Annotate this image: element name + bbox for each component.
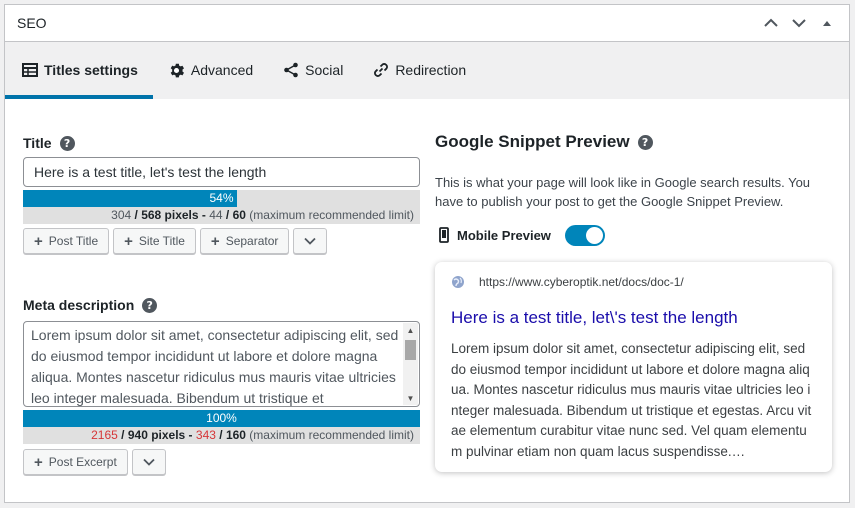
help-icon[interactable]: ? — [637, 134, 653, 150]
meta-progress-text: 100% — [206, 411, 237, 425]
meta-progress-bar: 100% — [23, 410, 420, 427]
separator-button[interactable]: + Separator — [199, 228, 290, 254]
title-progress-text: 54% — [209, 191, 234, 205]
link-icon — [374, 63, 389, 77]
share-icon — [284, 62, 298, 78]
title-length-info: 304 / 568 pixels - 44 / 60 (maximum reco… — [23, 207, 420, 224]
move-down-button[interactable] — [787, 11, 811, 35]
pixels-sep: / — [117, 428, 128, 442]
tab-redirection[interactable]: Redirection — [358, 42, 481, 98]
chevron-down-icon — [143, 458, 155, 466]
gear-icon — [170, 63, 184, 77]
help-icon[interactable]: ? — [142, 297, 158, 313]
tab-label: Redirection — [395, 62, 467, 78]
meta-label-row: Meta description ? — [23, 295, 420, 315]
pixels-sep: / — [131, 208, 142, 222]
site-title-button[interactable]: + Site Title — [113, 228, 196, 254]
pixels-max: 568 pixels — [141, 208, 199, 222]
scroll-down-arrow[interactable]: ▼ — [403, 391, 418, 405]
plus-icon: + — [34, 453, 43, 471]
chars-sep: - — [198, 208, 210, 222]
preview-column: Google Snippet Preview ? This is what yo… — [435, 131, 835, 472]
chars-max: 60 — [232, 208, 246, 222]
limit-note: (maximum recommended limit) — [245, 208, 414, 222]
preview-heading: Google Snippet Preview — [435, 132, 630, 151]
chevron-up-icon — [764, 18, 778, 27]
title-label-row: Title ? — [23, 133, 420, 153]
mobile-preview-label: Mobile Preview — [457, 227, 551, 243]
tab-label: Social — [305, 62, 344, 78]
snippet-description: Lorem ipsum dolor sit amet, consectetur … — [451, 341, 812, 459]
metabox-title: SEO — [17, 15, 47, 31]
plus-icon: + — [34, 232, 43, 250]
tab-bar: Titles settings Advanced Social Redirect… — [5, 42, 849, 99]
scroll-thumb[interactable] — [405, 340, 416, 360]
button-label: Post Title — [48, 234, 99, 248]
more-tags-dropdown[interactable] — [131, 449, 166, 475]
limit-note: (maximum recommended limit) — [245, 428, 414, 442]
snippet-title[interactable]: Here is a test title, let\'s test the le… — [451, 307, 816, 329]
scroll-up-arrow[interactable]: ▲ — [403, 323, 418, 337]
title-progress-bar: 54% — [23, 190, 420, 207]
button-label: Site Title — [138, 234, 185, 248]
globe-icon — [452, 276, 464, 288]
help-icon[interactable]: ? — [59, 135, 75, 151]
meta-length-info: 2165 / 940 pixels - 343 / 160 (maximum r… — [23, 427, 420, 444]
move-up-button[interactable] — [759, 11, 783, 35]
caret-up-icon — [823, 21, 831, 26]
mobile-preview-toggle[interactable] — [564, 224, 605, 246]
pixels-used: 304 — [111, 208, 132, 222]
meta-description-text: Lorem ipsum dolor sit amet, consectetur … — [31, 327, 399, 406]
chars-max: 160 — [225, 428, 246, 442]
tab-label: Titles settings — [44, 62, 138, 78]
plus-icon: + — [210, 232, 220, 250]
snippet-url: https://www.cyberoptik.net/docs/doc-1/ — [479, 275, 684, 289]
meta-description-textarea[interactable]: Lorem ipsum dolor sit amet, consectetur … — [23, 321, 420, 407]
snippet-url-row: https://www.cyberoptik.net/docs/doc-1/ — [451, 274, 816, 290]
chevron-down-icon — [792, 19, 806, 28]
editor-column: Title ? Here is a test title, let's test… — [23, 133, 420, 475]
metabox-header: SEO — [5, 5, 849, 42]
chars-sep: - — [185, 428, 196, 442]
chevron-down-icon — [304, 237, 317, 245]
tab-content: Title ? Here is a test title, let's test… — [5, 99, 849, 499]
preview-heading-row: Google Snippet Preview ? — [435, 131, 835, 153]
chars-sep2: / — [222, 208, 233, 222]
post-excerpt-button[interactable]: + Post Excerpt — [23, 449, 128, 475]
pixels-used: 2165 — [91, 428, 118, 442]
tab-advanced[interactable]: Advanced — [153, 42, 268, 98]
title-input[interactable]: Here is a test title, let's test the len… — [23, 157, 420, 187]
meta-tag-buttons: + Post Excerpt — [23, 449, 420, 475]
plus-icon: + — [124, 232, 133, 250]
seo-metabox: SEO Titles settings Advanced Social Redi… — [4, 4, 850, 503]
title-tag-buttons: + Post Title + Site Title + Separator — [23, 228, 420, 254]
tab-label: Advanced — [190, 62, 254, 78]
header-actions — [759, 5, 839, 41]
button-label: Post Excerpt — [48, 455, 117, 469]
chars-sep2: / — [215, 428, 226, 442]
toggle-knob — [585, 226, 603, 244]
preview-description: This is what your page will look like in… — [435, 175, 811, 209]
button-label: Separator — [225, 234, 279, 248]
post-title-button[interactable]: + Post Title — [23, 228, 110, 254]
textarea-scrollbar[interactable]: ▲ ▼ — [403, 323, 418, 405]
chars-used: 44 — [209, 208, 223, 222]
chars-used: 343 — [195, 428, 216, 442]
mobile-preview-row: Mobile Preview — [435, 224, 835, 246]
smartphone-icon — [439, 227, 449, 243]
more-tags-dropdown[interactable] — [293, 228, 328, 254]
tab-social[interactable]: Social — [268, 42, 358, 98]
title-label: Title — [23, 135, 52, 151]
pixels-max: 940 pixels — [127, 428, 186, 442]
google-snippet-card: https://www.cyberoptik.net/docs/doc-1/ H… — [435, 262, 832, 472]
tab-titles-settings[interactable]: Titles settings — [5, 42, 153, 99]
meta-description-label: Meta description — [23, 297, 135, 313]
table-icon — [22, 63, 38, 77]
collapse-toggle-button[interactable] — [815, 11, 839, 35]
